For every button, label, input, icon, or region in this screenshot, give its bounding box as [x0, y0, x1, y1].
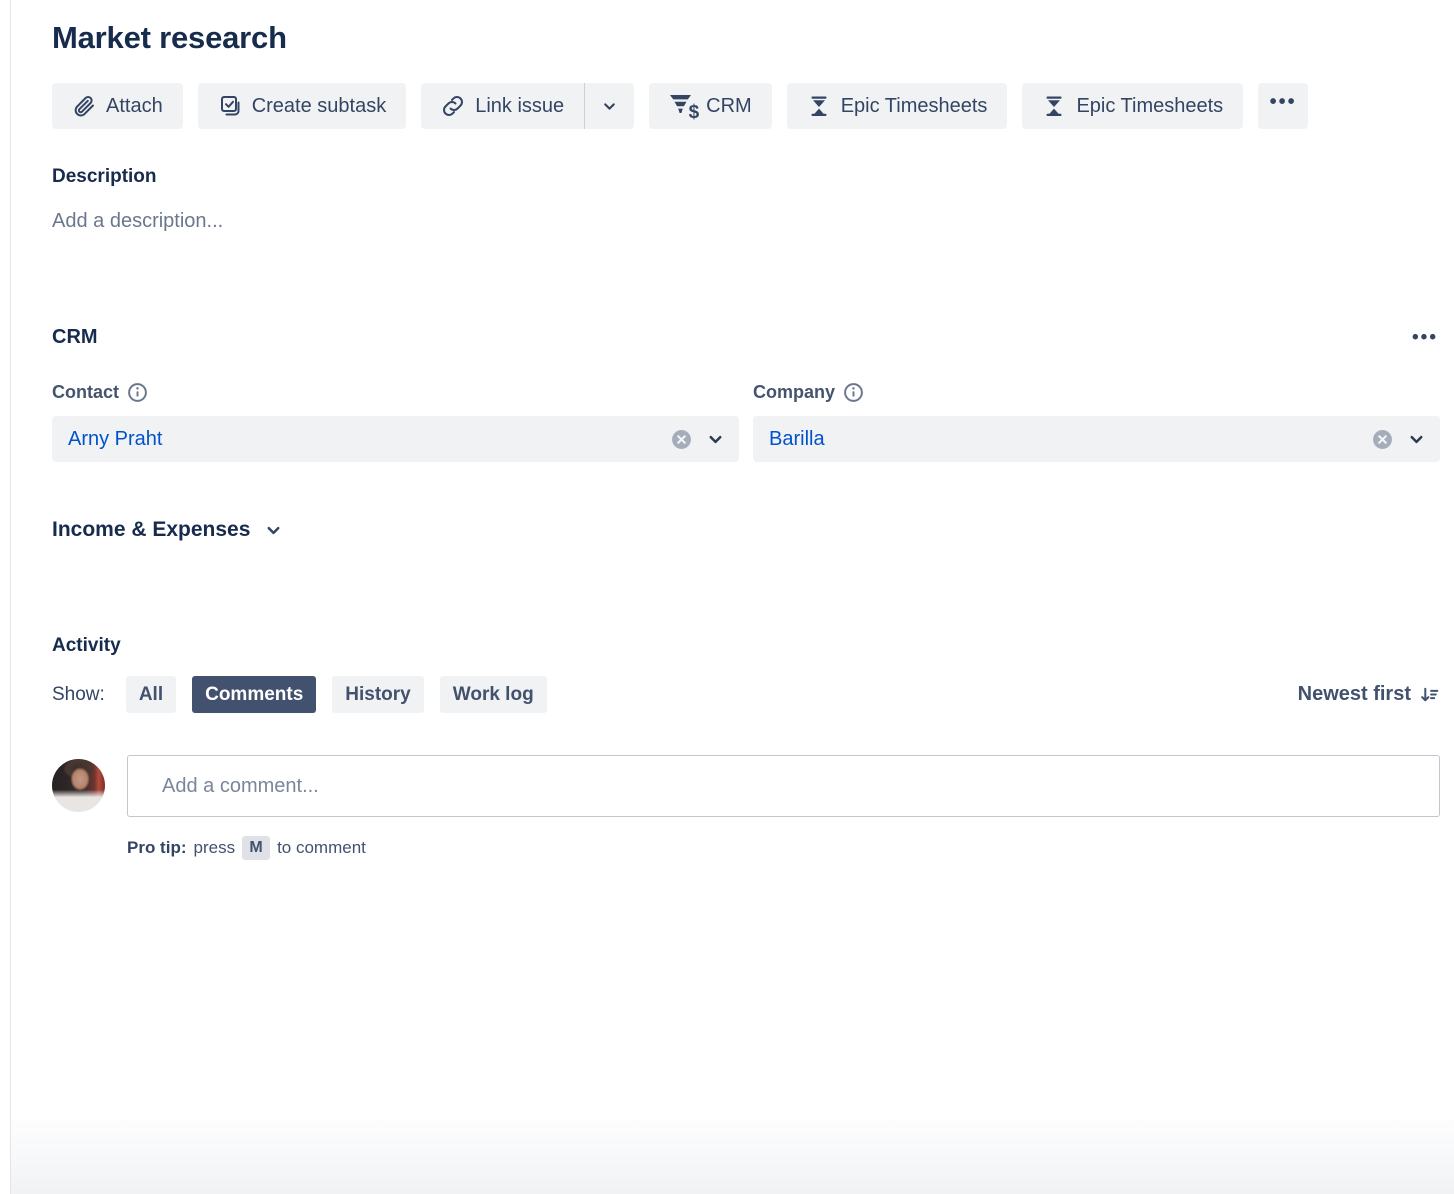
- contact-field-label-row: Contact: [52, 382, 739, 403]
- keyboard-shortcut-badge: M: [242, 836, 270, 860]
- company-field-group: Company Barilla: [753, 382, 1440, 462]
- subtask-icon: [218, 94, 242, 118]
- filter-history-button[interactable]: History: [332, 676, 423, 713]
- company-field-label-row: Company: [753, 382, 1440, 403]
- info-icon: [843, 382, 864, 403]
- sort-order-button[interactable]: Newest first: [1298, 683, 1440, 706]
- contact-field-group: Contact Arny Praht: [52, 382, 739, 462]
- chevron-down-icon[interactable]: [1407, 430, 1426, 449]
- comment-pro-tip: Pro tip: press M to comment: [127, 836, 1440, 860]
- pro-tip-suffix: to comment: [277, 838, 366, 858]
- comment-placeholder: Add a comment...: [162, 775, 319, 798]
- more-icon: •••: [1270, 91, 1297, 114]
- epic-timesheets-button-1[interactable]: Epic Timesheets: [787, 83, 1008, 129]
- issue-toolbar: Attach Create subtask Link issue: [52, 83, 1440, 129]
- crm-fields-grid: Contact Arny Praht: [52, 382, 1440, 462]
- income-expenses-toggle[interactable]: Income & Expenses: [52, 518, 1440, 542]
- link-issue-dropdown-button[interactable]: [585, 83, 634, 129]
- epic-timesheets-button-2-label: Epic Timesheets: [1076, 95, 1223, 118]
- link-issue-button[interactable]: Link issue: [421, 83, 584, 129]
- link-issue-button-label: Link issue: [475, 95, 564, 118]
- company-label: Company: [753, 382, 835, 403]
- hourglass-icon: [1042, 94, 1066, 118]
- crm-section-header: CRM •••: [52, 326, 1440, 349]
- user-avatar[interactable]: [52, 759, 105, 812]
- crm-button[interactable]: $ CRM: [649, 83, 772, 129]
- page-title: Market research: [52, 20, 1440, 56]
- create-subtask-button-label: Create subtask: [252, 95, 387, 118]
- pro-tip-prefix: Pro tip:: [127, 838, 187, 858]
- link-issue-split-button: Link issue: [421, 83, 634, 129]
- issue-content: Market research Attach Create subtask: [52, 0, 1440, 860]
- crm-funnel-dollar-icon: $: [669, 93, 696, 119]
- pro-tip-press: press: [194, 838, 236, 858]
- filter-all-button[interactable]: All: [126, 676, 176, 713]
- issue-detail-page: Market research Attach Create subtask: [0, 0, 1454, 1194]
- description-heading: Description: [52, 166, 1440, 188]
- clear-icon[interactable]: [671, 429, 692, 450]
- activity-heading: Activity: [52, 635, 1440, 657]
- hourglass-icon: [807, 94, 831, 118]
- description-placeholder[interactable]: Add a description...: [52, 210, 1440, 233]
- comment-compose-row: Add a comment...: [52, 755, 1440, 817]
- paperclip-icon: [72, 94, 96, 118]
- chevron-down-icon[interactable]: [706, 430, 725, 449]
- contact-select[interactable]: Arny Praht: [52, 416, 739, 462]
- sort-descending-icon: [1419, 684, 1440, 705]
- crm-button-label: CRM: [706, 95, 752, 118]
- company-value: Barilla: [769, 428, 1372, 451]
- clear-icon[interactable]: [1372, 429, 1393, 450]
- filter-worklog-button[interactable]: Work log: [440, 676, 547, 713]
- link-icon: [441, 94, 465, 118]
- filter-comments-button[interactable]: Comments: [192, 676, 316, 713]
- attach-button[interactable]: Attach: [52, 83, 183, 129]
- crm-more-button[interactable]: •••: [1410, 329, 1440, 347]
- crm-heading: CRM: [52, 326, 98, 349]
- attach-button-label: Attach: [106, 95, 163, 118]
- activity-filters: All Comments History Work log: [126, 676, 547, 713]
- comment-input[interactable]: Add a comment...: [127, 755, 1440, 817]
- epic-timesheets-button-1-label: Epic Timesheets: [841, 95, 988, 118]
- activity-filter-row: Show: All Comments History Work log Newe…: [52, 676, 1440, 713]
- show-label: Show:: [52, 684, 105, 706]
- contact-label: Contact: [52, 382, 119, 403]
- chevron-down-icon: [601, 98, 618, 115]
- contact-value: Arny Praht: [68, 428, 671, 451]
- epic-timesheets-button-2[interactable]: Epic Timesheets: [1022, 83, 1243, 129]
- toolbar-more-button[interactable]: •••: [1258, 83, 1308, 129]
- chevron-down-icon: [264, 521, 283, 540]
- sort-order-label: Newest first: [1298, 683, 1411, 706]
- create-subtask-button[interactable]: Create subtask: [198, 83, 407, 129]
- modal-bottom-fade: [11, 1120, 1454, 1194]
- info-icon: [127, 382, 148, 403]
- income-expenses-heading: Income & Expenses: [52, 518, 250, 542]
- panel-left-divider: [10, 0, 11, 1194]
- company-select[interactable]: Barilla: [753, 416, 1440, 462]
